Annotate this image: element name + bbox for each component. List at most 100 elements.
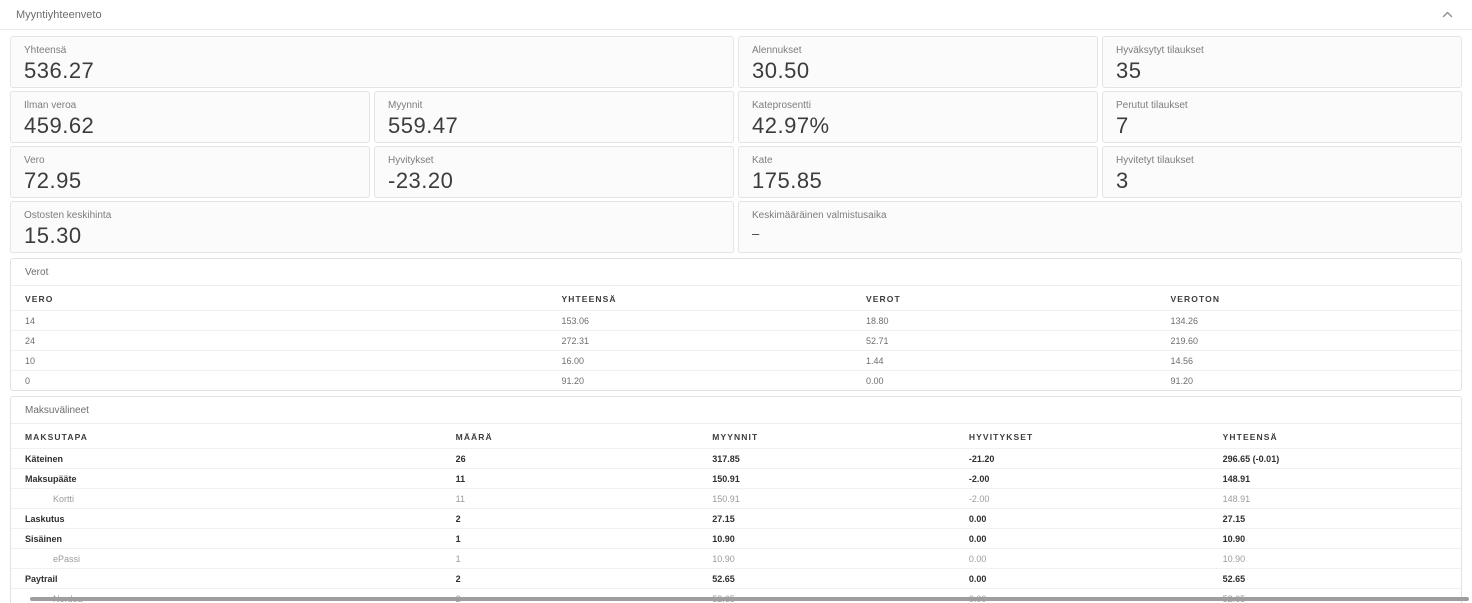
column-header-maara: MÄÄRÄ	[442, 424, 699, 449]
stat-card-refunded-orders: Hyvitetyt tilaukset 3	[1102, 146, 1462, 198]
payment-sales-cell: 150.91	[698, 489, 955, 509]
payment-total-cell: 148.91	[1209, 469, 1461, 489]
stat-label: Alennukset	[752, 45, 1084, 57]
stat-value: -23.20	[388, 169, 720, 193]
stat-card-margin: Kate 175.85	[738, 146, 1098, 198]
payment-subrow-epassi: ePassi 1 10.90 0.00 10.90	[11, 549, 1461, 569]
stats-grid: Yhteensä 536.27 Alennukset 30.50 Hyväksy…	[10, 36, 1462, 253]
tax-exclusive-cell: 219.60	[1157, 331, 1462, 351]
payment-count-cell: 26	[442, 449, 699, 469]
payment-count-cell: 2	[442, 569, 699, 589]
column-header-myynnit: MYYNNIT	[698, 424, 955, 449]
payment-refunds-cell: 0.00	[955, 549, 1209, 569]
stat-value: –	[752, 224, 1448, 244]
tax-total-cell: 16.00	[548, 351, 853, 371]
tax-exclusive-cell: 134.26	[1157, 311, 1462, 331]
stat-value: 72.95	[24, 169, 356, 193]
tax-total-cell: 272.31	[548, 331, 853, 351]
stat-label: Hyvitykset	[388, 155, 720, 167]
payment-sales-cell: 27.15	[698, 509, 955, 529]
payment-row-laskutus: Laskutus 2 27.15 0.00 27.15	[11, 509, 1461, 529]
payment-method-cell: Kortti	[11, 489, 442, 509]
stat-value: 30.50	[752, 59, 1084, 83]
stat-card-discounts: Alennukset 30.50	[738, 36, 1098, 88]
payment-method-cell: Käteinen	[11, 449, 442, 469]
payment-method-cell: ePassi	[11, 549, 442, 569]
stat-label: Vero	[24, 155, 356, 167]
chevron-up-icon	[1442, 11, 1453, 18]
payment-row-paytrail: Paytrail 2 52.65 0.00 52.65	[11, 569, 1461, 589]
stat-label: Kateprosentti	[752, 100, 1084, 112]
stat-card-tax: Vero 72.95	[10, 146, 370, 198]
taxes-table-header: VERO YHTEENSÄ VEROT VEROTON	[11, 286, 1461, 311]
tax-rate-cell: 10	[11, 351, 548, 371]
tax-total-cell: 153.06	[548, 311, 853, 331]
payment-refunds-cell: 0.00	[955, 529, 1209, 549]
payment-refunds-cell: -21.20	[955, 449, 1209, 469]
payment-count-cell: 2	[442, 509, 699, 529]
tax-amount-cell: 18.80	[852, 311, 1157, 331]
stat-value: 536.27	[24, 59, 720, 83]
tax-row: 24 272.31 52.71 219.60	[11, 331, 1461, 351]
column-header-yhteensa: YHTEENSÄ	[548, 286, 853, 311]
stat-label: Hyvitetyt tilaukset	[1116, 155, 1448, 167]
tax-row: 0 91.20 0.00 91.20	[11, 371, 1461, 391]
payment-count-cell: 11	[442, 489, 699, 509]
collapse-panel-button[interactable]	[1439, 8, 1456, 21]
payment-method-cell: Laskutus	[11, 509, 442, 529]
payment-table-header: MAKSUTAPA MÄÄRÄ MYYNNIT HYVITYKSET YHTEE…	[11, 424, 1461, 449]
stat-label: Hyväksytyt tilaukset	[1116, 45, 1448, 57]
payment-count-cell: 1	[442, 529, 699, 549]
stat-value: 7	[1116, 114, 1448, 138]
stat-value: 175.85	[752, 169, 1084, 193]
payment-total-cell: 27.15	[1209, 509, 1461, 529]
stat-label: Perutut tilaukset	[1116, 100, 1448, 112]
tax-amount-cell: 52.71	[852, 331, 1157, 351]
column-header-veroton: VEROTON	[1157, 286, 1462, 311]
payment-refunds-cell: -2.00	[955, 489, 1209, 509]
stat-value: 35	[1116, 59, 1448, 83]
stat-card-without-tax: Ilman veroa 459.62	[10, 91, 370, 143]
payment-total-cell: 52.65	[1209, 569, 1461, 589]
report-content: Yhteensä 536.27 Alennukset 30.50 Hyväksy…	[0, 30, 1472, 603]
taxes-panel-title: Verot	[11, 259, 1461, 286]
payment-row-kateinen: Käteinen 26 317.85 -21.20 296.65 (-0.01)	[11, 449, 1461, 469]
stat-label: Ilman veroa	[24, 100, 356, 112]
column-header-maksutapa: MAKSUTAPA	[11, 424, 442, 449]
payment-count-cell: 1	[442, 549, 699, 569]
summary-header-bar: Myyntiyhteenveto	[0, 0, 1472, 30]
payment-total-cell: 296.65 (-0.01)	[1209, 449, 1461, 469]
payment-refunds-cell: -2.00	[955, 469, 1209, 489]
payment-sales-cell: 317.85	[698, 449, 955, 469]
stat-value: 559.47	[388, 114, 720, 138]
payment-method-cell: Maksupääte	[11, 469, 442, 489]
payment-sales-cell: 10.90	[698, 549, 955, 569]
page-title: Myyntiyhteenveto	[16, 9, 102, 21]
horizontal-scrollbar-thumb[interactable]	[30, 597, 1469, 601]
payment-method-cell: Paytrail	[11, 569, 442, 589]
stat-card-sales: Myynnit 559.47	[374, 91, 734, 143]
payment-count-cell: 11	[442, 469, 699, 489]
tax-amount-cell: 1.44	[852, 351, 1157, 371]
payment-sales-cell: 150.91	[698, 469, 955, 489]
stat-card-total: Yhteensä 536.27	[10, 36, 734, 88]
stat-value: 3	[1116, 169, 1448, 193]
payment-methods-panel-title: Maksuvälineet	[11, 397, 1461, 424]
stat-card-average-prep-time: Keskimääräinen valmistusaika –	[738, 201, 1462, 253]
stat-value: 459.62	[24, 114, 356, 138]
payment-row-maksupaate: Maksupääte 11 150.91 -2.00 148.91	[11, 469, 1461, 489]
taxes-table: VERO YHTEENSÄ VEROT VEROTON 14 153.06 18…	[11, 286, 1461, 390]
horizontal-scrollbar	[0, 596, 1472, 602]
tax-total-cell: 91.20	[548, 371, 853, 391]
taxes-panel: Verot VERO YHTEENSÄ VEROT VEROTON 14 153…	[10, 258, 1462, 391]
tax-rate-cell: 0	[11, 371, 548, 391]
payment-sales-cell: 52.65	[698, 569, 955, 589]
tax-rate-cell: 24	[11, 331, 548, 351]
stat-value: 15.30	[24, 224, 720, 248]
column-header-yhteensa: YHTEENSÄ	[1209, 424, 1461, 449]
stat-card-approved-orders: Hyväksytyt tilaukset 35	[1102, 36, 1462, 88]
stat-card-margin-percent: Kateprosentti 42.97%	[738, 91, 1098, 143]
payment-subrow-kortti: Kortti 11 150.91 -2.00 148.91	[11, 489, 1461, 509]
payment-methods-panel: Maksuvälineet MAKSUTAPA MÄÄRÄ MYYNNIT HY…	[10, 396, 1462, 603]
payment-sales-cell: 10.90	[698, 529, 955, 549]
